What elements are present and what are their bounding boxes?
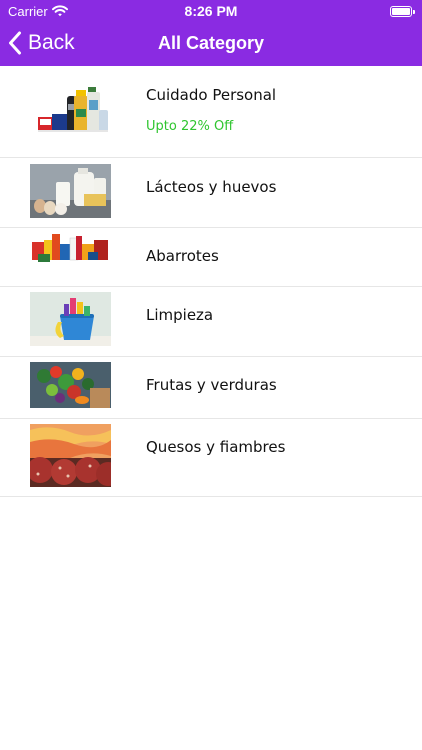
status-bar: Carrier 8:26 PM: [0, 3, 422, 21]
category-row[interactable]: Cuidado Personal Upto 22% Off: [0, 66, 422, 158]
category-row[interactable]: Limpieza: [0, 287, 422, 357]
personal-care-products-image: [30, 84, 111, 138]
category-name: Cuidado Personal: [146, 86, 277, 104]
cleaning-supplies-image: [30, 292, 111, 346]
offer-badge: Upto 22% Off: [146, 119, 234, 134]
header: Carrier 8:26 PM Back All Category: [0, 0, 422, 66]
navigation-bar: Back All Category: [0, 22, 422, 66]
category-row[interactable]: Lácteos y huevos: [0, 158, 422, 228]
battery-icon: [390, 6, 415, 17]
groceries-image: [30, 230, 111, 284]
category-name: Abarrotes: [146, 247, 219, 265]
fruits-and-vegetables-image: [30, 362, 111, 408]
clock: 8:26 PM: [184, 3, 238, 19]
category-name: Lácteos y huevos: [146, 178, 277, 196]
category-name: Limpieza: [146, 306, 214, 324]
category-row[interactable]: Quesos y fiambres: [0, 419, 422, 497]
page-title: All Category: [157, 33, 265, 53]
dairy-and-eggs-image: [30, 164, 111, 218]
category-name: Frutas y verduras: [146, 376, 277, 394]
cheese-and-cold-cuts-image: [30, 424, 111, 487]
category-name: Quesos y fiambres: [146, 438, 286, 456]
category-list: Cuidado Personal Upto 22% Off Lácteos y …: [0, 66, 422, 497]
category-row[interactable]: Abarrotes: [0, 228, 422, 287]
category-row[interactable]: Frutas y verduras: [0, 357, 422, 419]
